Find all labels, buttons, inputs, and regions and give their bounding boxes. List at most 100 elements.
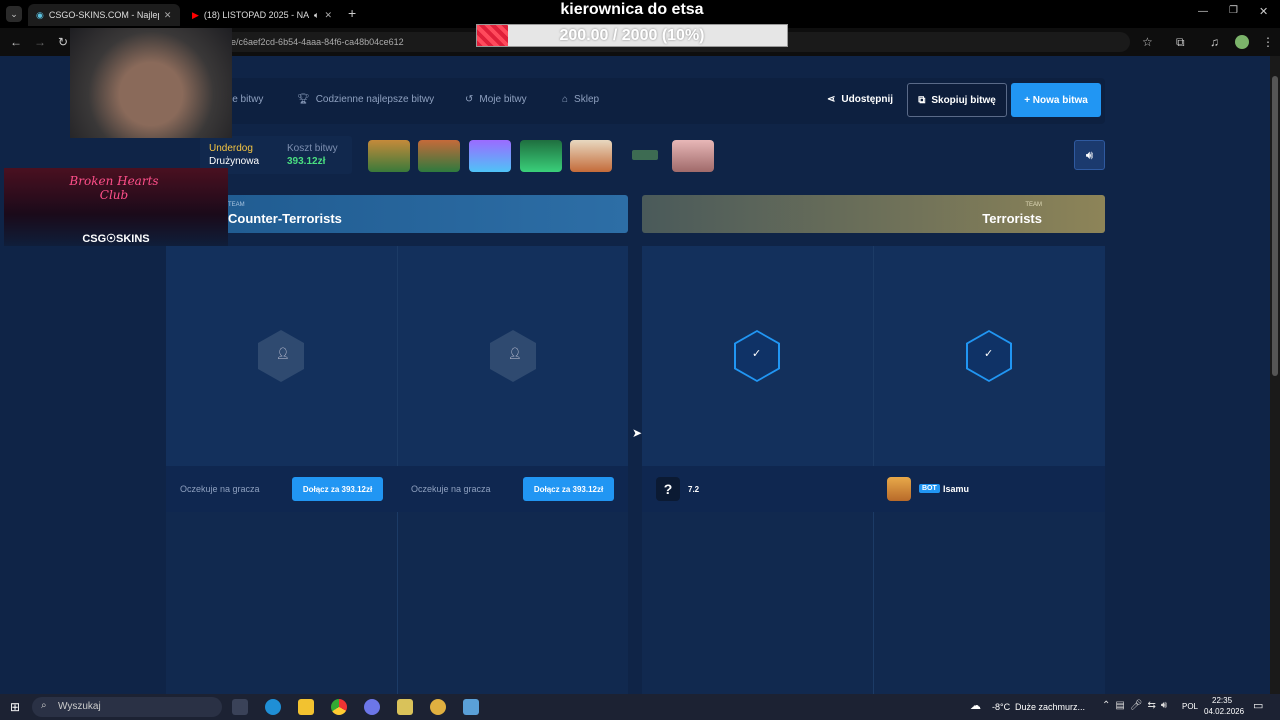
tray-icons[interactable]: ⌃▤🎤︎⇆🔊︎ — [1102, 700, 1172, 711]
share-button[interactable]: ⋖ Udostępnij — [827, 94, 893, 105]
player-slot-4: ✓ — [873, 246, 1105, 466]
edge-icon[interactable] — [265, 699, 281, 715]
goal-progress-text: 200.00 / 2000 (10%) — [559, 27, 705, 44]
nav-label: Moje bitwy — [479, 94, 527, 105]
site-favicon-icon: ◉ — [36, 9, 44, 20]
tab-label: CSGO-SKINS.COM - Najlepsze — [48, 10, 159, 20]
bot-avatar — [887, 477, 911, 501]
new-battle-button[interactable]: + Nowa bitwa — [1011, 83, 1101, 117]
user-icon: 👤︎ — [508, 348, 522, 360]
new-battle-label: + Nowa bitwa — [1024, 94, 1088, 106]
mouse-cursor-icon: ➤ — [632, 426, 643, 440]
weapon-icon[interactable] — [632, 150, 658, 160]
battle-cost: 393.12zł — [287, 156, 326, 167]
ready-slot-hex: ✓ — [734, 330, 780, 382]
tab-youtube[interactable]: ▶ (18) LISTOPAD 2025 - NAJL 🔈︎ ✕ — [184, 4, 340, 26]
copy-label: Skopiuj bitwę — [931, 94, 996, 106]
task-view-icon[interactable] — [232, 699, 248, 715]
notifications-icon[interactable]: ▭ — [1253, 699, 1263, 712]
join-label: Dołącz za 393.12zł — [533, 484, 604, 494]
file-explorer-icon[interactable] — [298, 699, 314, 715]
app-icon[interactable] — [463, 699, 479, 715]
goal-progress-bar: 200.00 / 2000 (10%) — [476, 24, 788, 47]
join-label: Dołącz za 393.12zł — [302, 484, 373, 494]
join-button[interactable]: Dołącz za 393.12zł — [523, 477, 614, 501]
clock-time[interactable]: 22:35 — [1212, 696, 1232, 705]
chrome-icon[interactable] — [331, 699, 347, 715]
copy-battle-button[interactable]: ⧉ Skopiuj bitwę — [907, 83, 1007, 117]
check-icon: ✓ — [984, 348, 994, 360]
media-icon[interactable]: ♫ — [1210, 35, 1219, 49]
ready-slot-hex: ✓ — [966, 330, 1012, 382]
nav-my-battles[interactable]: ↺ Moje bitwy — [465, 94, 527, 105]
bot-badge: BOT — [919, 484, 940, 493]
waiting-text: Oczekuje na gracza — [411, 484, 491, 494]
case-icon[interactable] — [469, 140, 511, 172]
weather-icon: ☁ — [970, 700, 981, 712]
battle-cost-label: Koszt bitwy — [287, 143, 338, 154]
trophy-icon: 🏆︎ — [297, 94, 310, 105]
rounds-area-ct-2 — [397, 512, 628, 694]
rounds-area-t-1 — [642, 512, 873, 694]
club-banner: Broken Hearts Club CSG☉SKINS — [4, 168, 228, 246]
case-icon[interactable] — [368, 140, 410, 172]
case-icon[interactable] — [570, 140, 612, 172]
player-level: 7.2 — [688, 485, 700, 494]
empty-slot-hex: 👤︎ — [490, 330, 536, 382]
case-icon[interactable] — [672, 140, 714, 172]
close-icon[interactable]: ✕ — [324, 10, 332, 21]
clock-date[interactable]: 04.02.2026 — [1204, 707, 1244, 716]
webcam-logo: CSG☉SKINS — [82, 233, 150, 245]
windows-start-icon[interactable]: ⊞ — [10, 700, 20, 714]
webcam-feed — [70, 28, 232, 138]
share-icon: ⋖ — [827, 94, 836, 105]
player-slot-3: ✓ — [642, 246, 873, 466]
copy-icon: ⧉ — [918, 94, 926, 106]
close-window-button[interactable]: ✕ — [1259, 5, 1268, 18]
basket-icon: ⌂ — [562, 94, 569, 105]
case-icon[interactable] — [520, 140, 562, 172]
close-icon[interactable]: ✕ — [164, 10, 172, 21]
tab-label: (18) LISTOPAD 2025 - NAJL — [203, 10, 310, 20]
player-row-1: Oczekuje na gracza Dołącz za 393.12zł — [166, 466, 397, 512]
bot-name: Isamu — [943, 484, 970, 494]
discord-icon[interactable] — [364, 699, 380, 715]
windows-taskbar: ⊞ ⌕ Wyszukaj ☁ -8°C Duże zachmurz... ⌃▤🎤… — [0, 694, 1280, 720]
user-icon: 👤︎ — [276, 348, 290, 360]
waiting-text: Oczekuje na gracza — [180, 484, 260, 494]
tab-csgo-skins[interactable]: ◉ CSGO-SKINS.COM - Najlepsze ✕ — [28, 4, 180, 26]
nav-label: Sklep — [574, 94, 600, 105]
webcam-overlay: Broken Hearts Club CSG☉SKINS — [0, 28, 232, 248]
language-indicator[interactable]: POL — [1182, 702, 1198, 711]
taskbar-search[interactable]: ⌕ Wyszukaj — [32, 697, 222, 717]
search-icon: ⌕ — [41, 700, 47, 711]
app-icon[interactable] — [430, 699, 446, 715]
sound-toggle-button[interactable]: 🔊︎ — [1074, 140, 1105, 170]
new-tab-button[interactable]: + — [348, 5, 356, 21]
rounds-area-ct-1 — [166, 512, 397, 694]
player-row-3: ? 7.2 — [642, 466, 873, 512]
tab-list-icon[interactable]: ⌄ — [6, 6, 22, 22]
rounds-area-t-2 — [873, 512, 1105, 694]
empty-slot-hex: 👤︎ — [258, 330, 304, 382]
scrollbar[interactable] — [1270, 56, 1280, 694]
profile-avatar[interactable] — [1235, 35, 1249, 49]
player-slot-1: 👤︎ — [166, 246, 397, 466]
history-icon: ↺ — [465, 94, 474, 105]
maximize-button[interactable]: ❐ — [1229, 5, 1238, 16]
team-ct-name: Counter-Terrorists — [228, 211, 342, 226]
case-icon[interactable] — [418, 140, 460, 172]
minimize-button[interactable]: — — [1198, 6, 1208, 17]
team-t-name: Terrorists — [982, 211, 1042, 226]
nav-shop[interactable]: ⌂ Sklep — [562, 94, 599, 105]
join-button[interactable]: Dołącz za 393.12zł — [292, 477, 383, 501]
scrollbar-thumb[interactable] — [1272, 76, 1278, 376]
player-slot-2: 👤︎ — [397, 246, 628, 466]
extensions-icon[interactable]: ⧉ — [1176, 35, 1185, 50]
player-row-4: BOT Isamu — [873, 466, 1105, 512]
star-icon[interactable]: ☆ — [1142, 35, 1153, 49]
menu-icon[interactable]: ⋮ — [1262, 35, 1274, 49]
club-text: Broken Hearts Club — [69, 174, 159, 202]
app-icon[interactable] — [397, 699, 413, 715]
nav-daily-best[interactable]: 🏆︎ Codzienne najlepsze bitwy — [297, 94, 434, 105]
